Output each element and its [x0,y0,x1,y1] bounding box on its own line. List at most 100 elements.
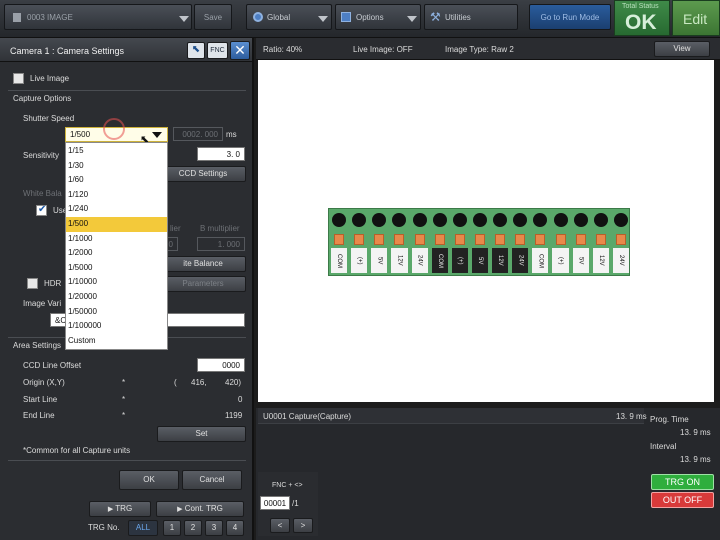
ccd-line-offset-field[interactable]: 0000 [197,358,245,372]
out-off-indicator: OUT OFF [651,492,714,508]
total-status-value: OK [625,11,657,34]
cont-trg-button[interactable]: ▶ Cont. TRG [156,501,244,517]
start-line-value: 0 [238,395,243,404]
edit-mode-button[interactable]: Edit [672,0,720,36]
trg-4-button[interactable]: 4 [226,520,244,536]
shutter-option[interactable]: 1/15 [66,144,167,159]
ok-button[interactable]: OK [119,470,179,490]
shutter-option[interactable]: 1/240 [66,202,167,217]
origin-label: Origin (X,Y) [23,378,65,387]
shutter-unit: ms [226,130,237,139]
sensitivity-field[interactable]: 3. 0 [197,147,245,161]
origin-asterisk: * [122,378,126,387]
program-label: 0003 IMAGE [27,12,73,22]
utilities-label: Utilities [445,12,471,22]
terminal-label: (+) [351,248,368,273]
result-panel: U0001 Capture(Capture) 13. 9 ms Prog. Ti… [256,408,720,540]
terminal-hole [412,213,427,227]
top-toolbar: 0003 IMAGE Save Global Options ⚒ Utiliti… [0,0,720,38]
view-button[interactable]: View [654,41,710,57]
interval-value: 13. 9 ms [680,455,711,464]
terminal-lever [495,234,506,245]
terminal-lever [555,234,566,245]
view-toggle-button[interactable]: ⬉ [187,42,205,59]
set-button[interactable]: Set [157,426,246,442]
prog-time-label: Prog. Time [650,415,689,424]
terminal-label: (+) [552,248,569,273]
chevron-down-icon [407,16,417,22]
prev-page-button[interactable]: < [270,518,290,533]
live-image-label: Live Image [30,74,70,83]
terminal-label: 5V [471,248,489,273]
trg-button[interactable]: ▶ TRG [89,501,151,517]
save-button[interactable]: Save [194,4,232,30]
gear-icon [253,12,263,22]
go-to-run-mode-button[interactable]: Go to Run Mode [529,4,611,30]
b-multiplier-value: 1. 000 [217,240,240,249]
page-number-field[interactable]: 00001 [260,496,290,510]
trg-all-button[interactable]: ALL [128,520,158,536]
camera-image-viewer[interactable]: COM (+) 5V 12V 24V COM (+) 5V 12V 24V COM (+) 5V 12V 2… [258,60,714,402]
shutter-option[interactable]: 1/2000 [66,246,167,261]
interval-label: Interval [650,442,677,451]
terminal-label: 24V [612,248,629,273]
fnc-button[interactable]: FNC [207,42,228,59]
options-menu[interactable]: Options [335,4,421,30]
ccd-settings-button[interactable]: CCD Settings [160,166,246,182]
divider [8,90,246,91]
unit-result-row[interactable]: U0001 Capture(Capture) 13. 9 ms [258,408,647,424]
shutter-option[interactable]: 1/50000 [66,305,167,320]
shutter-option[interactable]: 1/120 [66,188,167,203]
cancel-button[interactable]: Cancel [182,470,242,490]
sensitivity-value: 3. 0 [226,150,240,159]
set-label: Set [195,429,208,438]
shutter-option[interactable]: 1/30 [66,159,167,174]
shutter-option[interactable]: 1/5000 [66,261,167,276]
terminal-label: 5V [572,248,589,273]
terminal-hole [533,213,548,227]
ccd-settings-label: CCD Settings [178,169,228,178]
terminal-labels-row: COM (+) 5V 12V 24V COM (+) 5V 12V 24V COM (+) 5V 12V 2… [329,247,631,275]
terminal-hole [432,213,447,227]
trg-1-button[interactable]: 1 [163,520,181,536]
terminal-lever [454,234,465,245]
terminal-holes-row [329,211,631,231]
close-button[interactable]: ✕ [230,41,250,60]
b-multiplier-field: 1. 000 [197,237,245,251]
shutter-option[interactable]: 1/1000 [66,232,167,247]
terminal-label: 5V [371,248,388,273]
area-settings-heading: Area Settings [13,341,62,350]
trg-3-button[interactable]: 3 [205,520,223,536]
parameters-button[interactable]: Parameters [160,276,246,292]
start-line-label: Start Line [23,395,58,404]
chevron-down-icon [152,132,162,138]
hdr-checkbox[interactable] [27,278,38,289]
shutter-option[interactable]: Custom [66,334,167,349]
next-label: > [300,521,306,530]
live-image-checkbox[interactable] [13,73,24,84]
shutter-option[interactable]: 1/60 [66,173,167,188]
terminal-hole [372,213,387,227]
trg-2-label: 2 [190,523,196,532]
shutter-option[interactable]: 1/500 [66,217,167,232]
shutter-option[interactable]: 1/100000 [66,319,167,334]
shutter-option[interactable]: 1/20000 [66,290,167,305]
trg-2-button[interactable]: 2 [184,520,202,536]
start-line-asterisk: * [122,395,126,404]
terminal-hole [553,213,568,227]
shutter-option[interactable]: 1/10000 [66,275,167,290]
white-balance-btn-label: ite Balance [183,259,223,268]
terminal-hole [513,213,528,227]
utilities-menu[interactable]: ⚒ Utilities [424,4,518,30]
shutter-time-field: 0002. 000 [173,127,223,141]
program-select[interactable]: 0003 IMAGE [4,4,192,30]
divider [8,460,246,461]
common-note: *Common for all Capture units [23,446,131,455]
terminal-label: 24V [512,248,529,273]
use-white-balance-checkbox[interactable] [36,204,47,216]
prog-time-value: 13. 9 ms [680,428,711,437]
next-page-button[interactable]: > [293,518,313,533]
white-balance-button[interactable]: ite Balance [160,256,246,272]
global-menu[interactable]: Global [246,4,332,30]
shutter-time-value: 0002. 000 [182,130,218,139]
